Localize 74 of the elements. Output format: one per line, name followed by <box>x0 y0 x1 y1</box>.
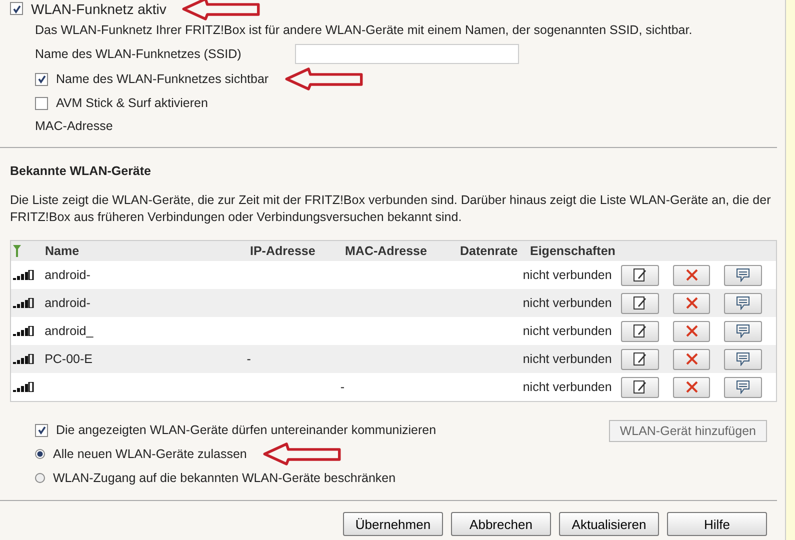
checkbox-label: Die angezeigten WLAN-Geräte dürfen untereinander kommunizieren <box>56 423 436 437</box>
close-icon <box>686 353 698 365</box>
signal-icon <box>13 270 35 280</box>
checkbox-label: Name des WLAN-Funknetzes sichtbar <box>56 72 269 86</box>
delete-button[interactable] <box>672 292 710 314</box>
action-button[interactable]: Hilfe <box>667 512 767 536</box>
signal-icon <box>13 382 35 392</box>
edit-button[interactable] <box>621 320 659 342</box>
action-button[interactable]: Abbrechen <box>451 512 551 536</box>
message-button[interactable] <box>724 320 762 342</box>
delete-button[interactable] <box>672 348 710 370</box>
close-icon <box>686 269 698 281</box>
table-cell-text: nicht verbunden <box>522 324 613 338</box>
action-button[interactable]: Aktualisieren <box>559 512 659 536</box>
column-header: Datenrate <box>460 244 519 258</box>
edit-icon <box>633 296 648 310</box>
speech-bubble-icon <box>735 324 752 338</box>
description-text: Das WLAN-Funknetz Ihrer FRITZ!Box ist für andere WLAN-Geräte mit einem Namen, der sogenannten SSID, sichtbar. <box>35 23 694 39</box>
column-header: IP-Adresse <box>250 244 316 258</box>
table-cell-text: nicht verbunden <box>522 268 613 282</box>
delete-button[interactable] <box>672 320 710 342</box>
add-device-button[interactable]: WLAN-Gerät hinzufügen <box>608 420 767 442</box>
message-button[interactable] <box>724 376 762 398</box>
edit-button[interactable] <box>621 348 659 370</box>
radio-label: Alle neuen WLAN-Geräte zulassen <box>53 447 247 461</box>
message-button[interactable] <box>724 348 762 370</box>
table-cell-text: android- <box>44 296 92 310</box>
delete-button[interactable] <box>672 264 710 286</box>
checkbox-label: WLAN-Funknetz aktiv <box>31 0 166 16</box>
message-button[interactable] <box>724 292 762 314</box>
description-text: Die Liste zeigt die WLAN-Geräte, die zur Zeit mit der FRITZ!Box verbunden sind. Darüber hinaus zeigt die Liste WLAN-Geräte an, die der FRITZ!Box aus früheren Verbindungen oder Verbindungsversuchen bekannt sind. <box>9 192 772 226</box>
edit-button[interactable] <box>621 264 659 286</box>
speech-bubble-icon <box>735 380 752 394</box>
table-cell-text: - <box>246 352 252 366</box>
close-icon <box>686 381 698 393</box>
table-cell-text: PC-00-E <box>44 352 94 366</box>
radio-label: WLAN-Zugang auf die bekannten WLAN-Geräte beschränken <box>53 471 396 485</box>
field-label: Name des WLAN-Funknetzes (SSID) <box>35 47 242 61</box>
ssid-field[interactable] <box>295 44 519 64</box>
table-cell-text: nicht verbunden <box>522 352 613 366</box>
radio-button[interactable] <box>35 449 45 459</box>
column-header: Eigenschaften <box>530 244 616 258</box>
speech-bubble-icon <box>735 268 752 282</box>
checkbox[interactable] <box>35 424 48 436</box>
table-cell-text: android- <box>44 268 92 282</box>
table-cell-text: android_ <box>44 324 94 338</box>
signal-icon <box>13 298 35 308</box>
action-button[interactable]: Übernehmen <box>343 512 443 536</box>
edit-icon <box>633 268 648 282</box>
signal-icon <box>13 354 35 364</box>
edit-icon <box>633 324 648 338</box>
checkbox-label: AVM Stick & Surf aktivieren <box>56 96 208 110</box>
table-cell-text: nicht verbunden <box>522 296 613 310</box>
message-button[interactable] <box>724 264 762 286</box>
checkbox[interactable] <box>35 72 48 86</box>
checkbox[interactable] <box>10 2 23 15</box>
table-cell-text: nicht verbunden <box>522 380 613 394</box>
checkbox[interactable] <box>35 96 48 110</box>
delete-button[interactable] <box>672 376 710 398</box>
edit-icon <box>633 352 648 366</box>
column-header: MAC-Adresse <box>345 244 428 258</box>
edit-icon <box>633 380 648 394</box>
close-icon <box>686 297 698 309</box>
speech-bubble-icon <box>735 296 752 310</box>
edit-button[interactable] <box>621 376 659 398</box>
edit-button[interactable] <box>621 292 659 314</box>
close-icon <box>686 325 698 337</box>
field-label: MAC-Adresse <box>35 119 114 133</box>
table-cell-text: - <box>340 380 346 394</box>
radio-button[interactable] <box>35 473 45 483</box>
section-heading: Bekannte WLAN-Geräte <box>9 163 152 180</box>
signal-icon <box>13 326 35 336</box>
speech-bubble-icon <box>735 352 752 366</box>
column-header: Name <box>45 244 80 258</box>
